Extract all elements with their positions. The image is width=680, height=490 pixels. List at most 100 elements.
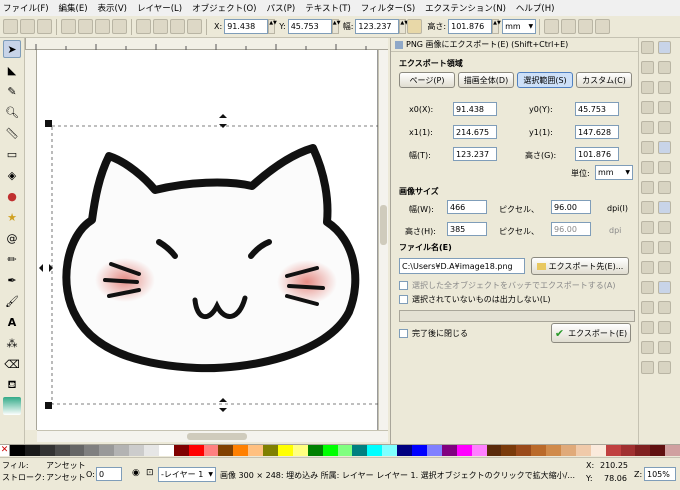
export-button[interactable]: ✔ エクスポート(E) (551, 323, 631, 343)
pencil-tool-icon[interactable]: ✏ (3, 250, 21, 268)
height-input[interactable]: 101.876 (575, 147, 619, 161)
select-all-layers-icon[interactable] (20, 19, 35, 34)
paste-icon[interactable] (641, 241, 654, 254)
measure-tool-icon[interactable]: 📏︎ (3, 124, 21, 142)
tweak-tool-icon[interactable]: ✎ (3, 82, 21, 100)
save-icon[interactable] (641, 81, 654, 94)
snap-guide-icon[interactable] (658, 341, 671, 354)
y0-input[interactable]: 45.753 (575, 102, 619, 116)
width-spinner[interactable]: ▲▼ (399, 19, 408, 34)
spiral-tool-icon[interactable]: @ (3, 229, 21, 247)
horizontal-scrollbar[interactable] (37, 430, 388, 442)
snap-rotation-icon[interactable] (658, 281, 671, 294)
menu-view[interactable]: 表示(V) (98, 2, 127, 14)
cut-icon[interactable] (641, 221, 654, 234)
flip-horizontal-icon[interactable] (95, 19, 110, 34)
unit-select[interactable]: mm ▼ (595, 165, 633, 180)
width-input[interactable]: 123.237 (453, 147, 497, 161)
y-spinner[interactable]: ▲▼ (331, 19, 340, 34)
export-as-button[interactable]: エクスポート先(E)... (531, 257, 629, 275)
snap-center-icon[interactable] (658, 141, 671, 154)
eye-icon[interactable]: ◉ (132, 468, 140, 478)
spray-tool-icon[interactable]: ⁂ (3, 334, 21, 352)
scale-corners-icon[interactable] (561, 19, 577, 34)
undo-icon[interactable] (641, 161, 654, 174)
zoom-drawing-icon[interactable] (641, 281, 654, 294)
selector-tool-icon[interactable]: ➤ (3, 40, 21, 58)
vertical-scrollbar[interactable] (378, 50, 388, 430)
x-input[interactable]: 91.438 (224, 19, 269, 34)
bucket-tool-icon[interactable]: ⛾ (3, 376, 21, 394)
px-width-input[interactable]: 466 (447, 200, 487, 214)
eraser-tool-icon[interactable]: ⌫ (3, 355, 21, 373)
selection-button[interactable]: 選択範囲(S) (517, 72, 573, 88)
lock-icon[interactable] (407, 19, 423, 34)
x1-input[interactable]: 214.675 (453, 125, 497, 139)
raise-icon[interactable] (153, 19, 168, 34)
lock-icon[interactable]: ⊡ (146, 468, 154, 478)
copy-icon[interactable] (641, 201, 654, 214)
import-icon[interactable] (641, 121, 654, 134)
snap-midpoints-icon[interactable] (658, 241, 671, 254)
no-color-swatch[interactable]: ✕ (0, 445, 10, 456)
filename-input[interactable]: C:\Users¥D.A¥image18.png (399, 258, 525, 274)
move-gradients-icon[interactable] (578, 19, 594, 34)
zoom-page-icon[interactable] (641, 301, 654, 314)
dpi-input[interactable]: 96.00 (551, 200, 591, 214)
lower-icon[interactable] (170, 19, 185, 34)
select-all-icon[interactable] (3, 19, 18, 34)
menu-edit[interactable]: 編集(E) (59, 2, 88, 14)
horizontal-scroll-thumb[interactable] (187, 433, 247, 440)
redo-icon[interactable] (641, 181, 654, 194)
star-tool-icon[interactable]: ★ (3, 208, 21, 226)
open-icon[interactable] (641, 61, 654, 74)
close-when-complete-checkbox[interactable]: 完了後に閉じる (399, 328, 468, 339)
unit-select[interactable]: mm ▼ (502, 19, 537, 34)
snap-object-center-icon[interactable] (658, 261, 671, 274)
vertical-scroll-thumb[interactable] (380, 205, 387, 245)
snap-path-icon[interactable] (658, 181, 671, 194)
layer-select[interactable]: -レイヤー 1 ▼ (158, 467, 216, 482)
hide-unselected-checkbox[interactable]: 選択されていないものは出力しない(L) (399, 294, 550, 305)
menu-file[interactable]: ファイル(F) (3, 2, 49, 14)
y-input[interactable]: 45.753 (287, 19, 332, 34)
3d-box-tool-icon[interactable]: ◈ (3, 166, 21, 184)
zoom-input[interactable]: 105% (644, 467, 676, 481)
new-document-icon[interactable] (641, 41, 654, 54)
raise-to-top-icon[interactable] (136, 19, 151, 34)
clone-icon[interactable] (641, 341, 654, 354)
snap-edge-icon[interactable] (658, 81, 671, 94)
text-tool-icon[interactable]: A (3, 313, 21, 331)
snap-bbox-icon[interactable] (658, 61, 671, 74)
rotate-ccw-icon[interactable] (61, 19, 76, 34)
custom-button[interactable]: カスタム(C) (576, 72, 632, 88)
canvas[interactable] (37, 50, 378, 430)
snap-intersection-icon[interactable] (658, 201, 671, 214)
node-tool-icon[interactable]: ◣ (3, 61, 21, 79)
color-palette[interactable]: ✕ (0, 444, 680, 456)
batch-export-checkbox[interactable]: 選択した全オブジェクトをバッチでエクスポートする(A) (399, 280, 615, 291)
move-patterns-icon[interactable] (595, 19, 611, 34)
snap-corner-icon[interactable] (658, 101, 671, 114)
menu-filter[interactable]: フィルター(S) (361, 2, 415, 14)
menu-text[interactable]: テキスト(T) (305, 2, 351, 14)
deselect-icon[interactable] (37, 19, 52, 34)
group-icon[interactable] (641, 361, 654, 374)
snap-grid-icon[interactable] (658, 321, 671, 334)
snap-toggle-icon[interactable] (658, 41, 671, 54)
px-height-input[interactable]: 385 (447, 222, 487, 236)
export-icon[interactable] (641, 141, 654, 154)
scale-stroke-icon[interactable] (544, 19, 560, 34)
x-spinner[interactable]: ▲▼ (268, 19, 277, 34)
flip-vertical-icon[interactable] (112, 19, 127, 34)
snap-smooth-icon[interactable] (658, 221, 671, 234)
ungroup-icon[interactable] (658, 361, 671, 374)
snap-midpoint-icon[interactable] (658, 121, 671, 134)
zoom-selection-icon[interactable] (641, 261, 654, 274)
menu-path[interactable]: パス(P) (266, 2, 295, 14)
menu-object[interactable]: オブジェクト(O) (192, 2, 256, 14)
ellipse-tool-icon[interactable]: ● (3, 187, 21, 205)
calligraphy-tool-icon[interactable]: 🖌︎ (3, 292, 21, 310)
menu-help[interactable]: ヘルプ(H) (516, 2, 555, 14)
stroke-value[interactable]: アンセット (46, 472, 86, 483)
